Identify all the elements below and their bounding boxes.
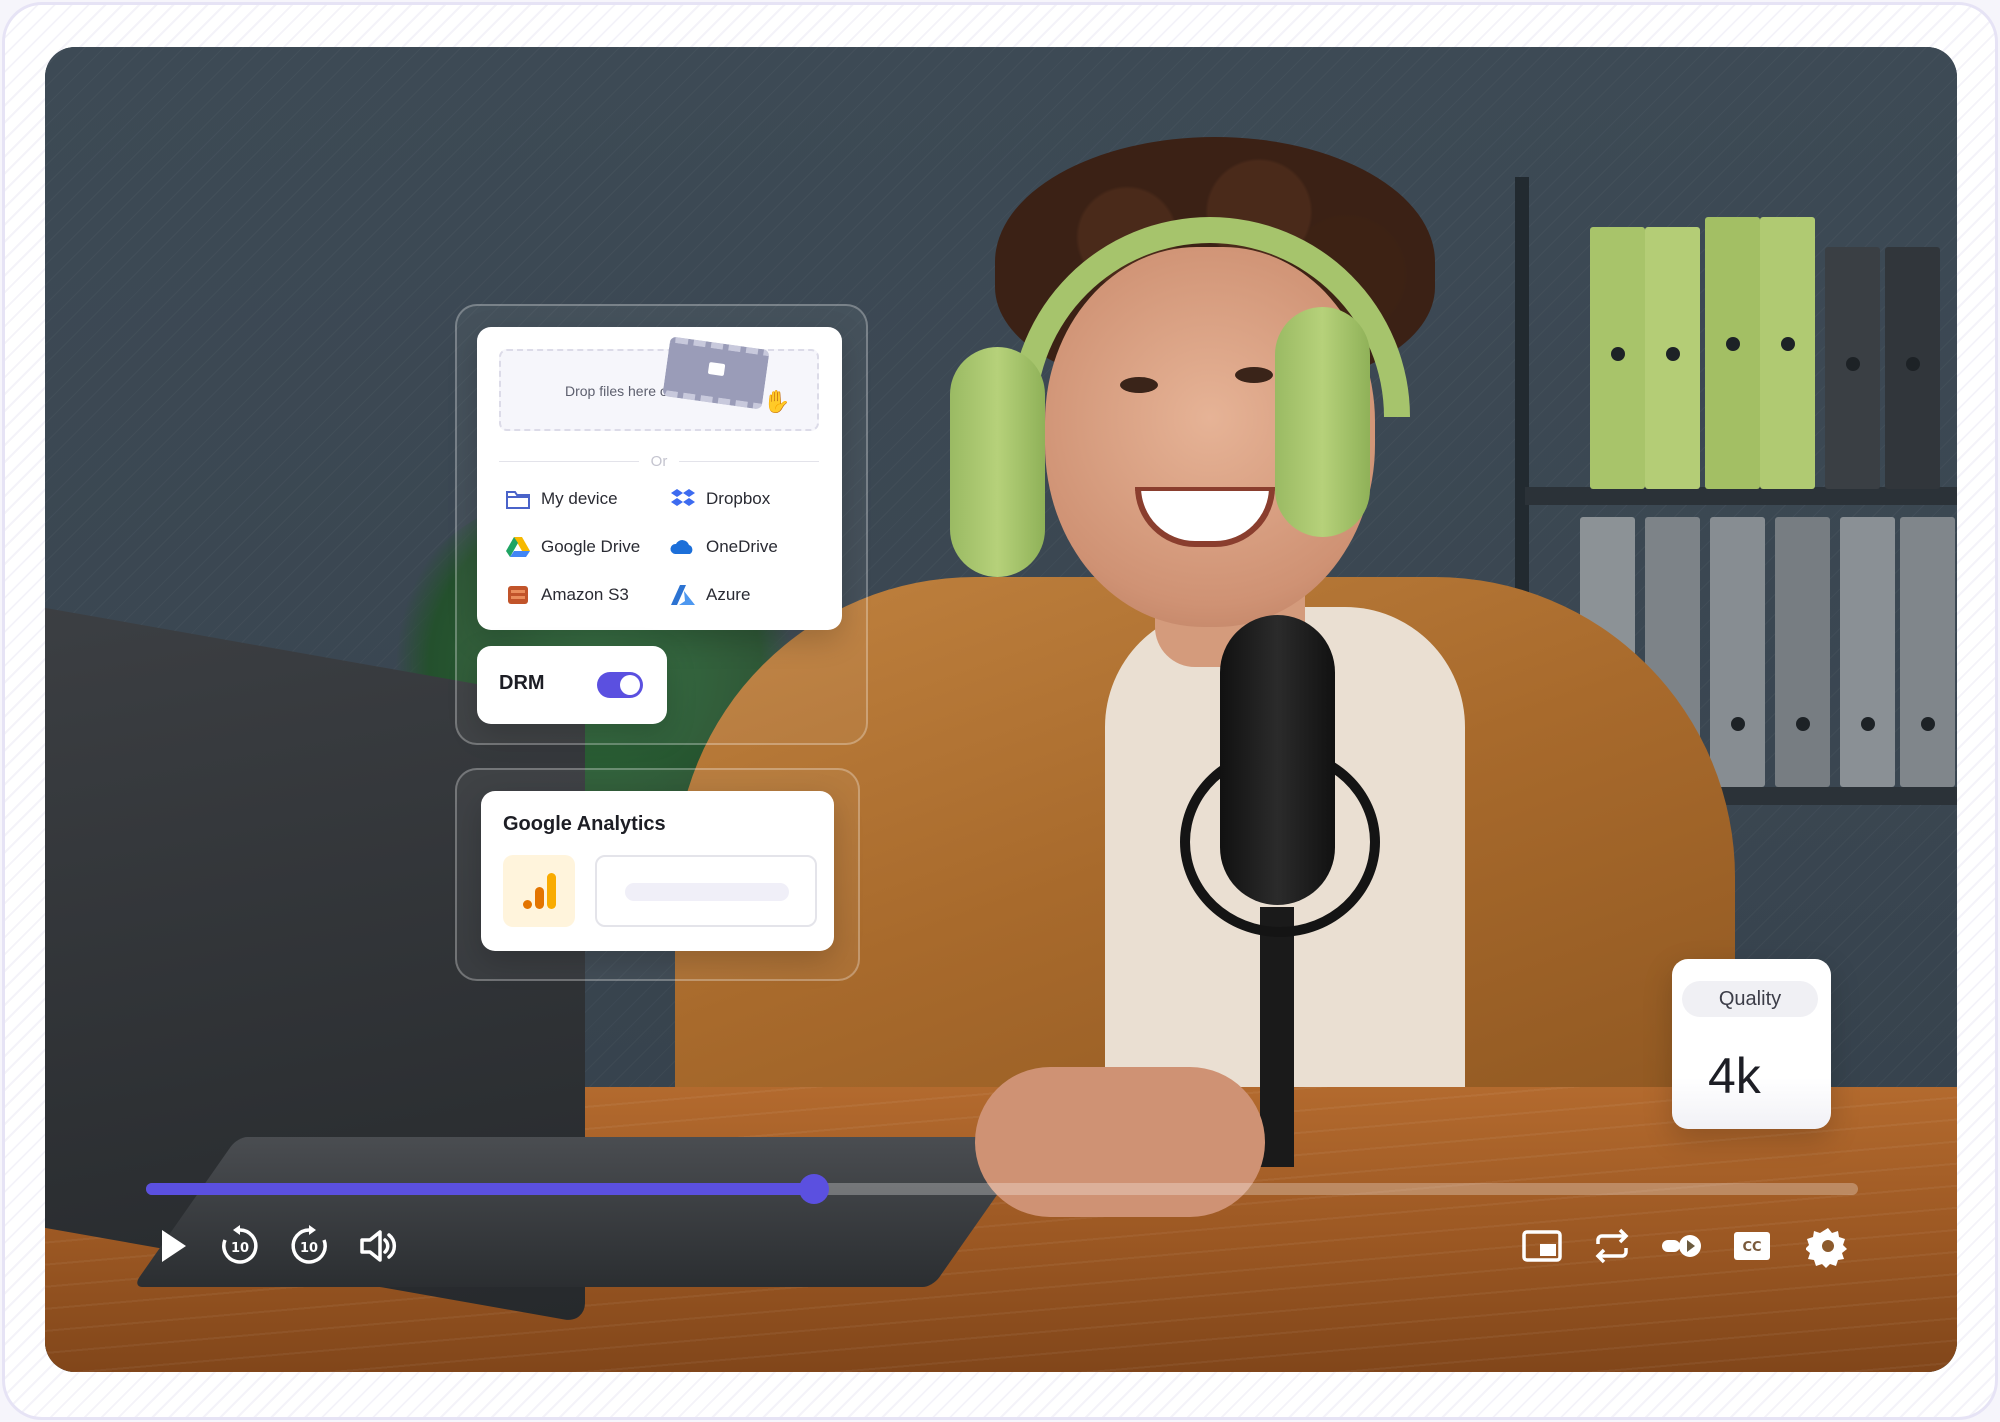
headphones-left-cup	[950, 347, 1045, 577]
forward-10-icon: 10	[291, 1225, 327, 1264]
binder	[1775, 517, 1830, 787]
volume-icon	[360, 1230, 397, 1262]
file-dropzone[interactable]: Drop files here or ✋	[499, 336, 819, 431]
progress-fill	[146, 1183, 814, 1195]
google-analytics-card: Google Analytics	[481, 791, 834, 951]
dropzone-text: Drop files here or	[565, 383, 673, 399]
svg-text:10: 10	[231, 1241, 249, 1256]
source-amazon-s3[interactable]: Amazon S3	[505, 580, 629, 610]
or-label: Or	[650, 453, 668, 470]
playback-speed-icon	[1662, 1235, 1701, 1257]
or-divider: Or	[499, 451, 819, 471]
picture-in-picture-icon	[1522, 1230, 1562, 1262]
drm-card: DRM	[477, 646, 667, 724]
captions-icon: CC	[1734, 1232, 1770, 1260]
video-file-icon	[662, 336, 770, 410]
azure-icon	[671, 585, 695, 605]
source-google-drive[interactable]: Google Drive	[505, 532, 640, 562]
loop-button[interactable]	[1588, 1222, 1636, 1270]
source-azure[interactable]: Azure	[670, 580, 750, 610]
google-drive-icon	[506, 537, 530, 557]
binder	[1710, 517, 1765, 787]
source-label: My device	[541, 489, 618, 508]
svg-text:CC: CC	[1742, 1240, 1761, 1255]
binder	[1705, 217, 1760, 489]
play-button[interactable]	[148, 1222, 196, 1270]
onedrive-icon	[670, 540, 693, 554]
amazon-s3-icon	[508, 586, 528, 604]
toggle-knob	[620, 675, 640, 695]
person-eye	[1120, 377, 1158, 393]
quality-value: 4k	[1708, 1048, 1761, 1104]
binder	[1840, 517, 1895, 787]
captions-button[interactable]: CC	[1728, 1222, 1776, 1270]
svg-text:10: 10	[300, 1241, 318, 1256]
person-eye	[1235, 367, 1273, 383]
source-dropbox[interactable]: Dropbox	[670, 484, 770, 514]
upload-card: Drop files here or ✋ Or My device Dropbo…	[477, 327, 842, 630]
folder-icon	[506, 491, 530, 509]
microphone	[1220, 615, 1335, 905]
headphones-right-cup	[1275, 307, 1370, 537]
loop-icon	[1595, 1228, 1629, 1264]
analytics-id-input[interactable]	[595, 855, 817, 927]
binder	[1590, 227, 1645, 489]
source-onedrive[interactable]: OneDrive	[670, 532, 778, 562]
analytics-title: Google Analytics	[503, 813, 666, 835]
source-label: OneDrive	[706, 537, 778, 556]
binder	[1900, 517, 1955, 787]
rewind-10-icon: 10	[222, 1225, 258, 1264]
play-icon	[162, 1230, 186, 1262]
progress-bar[interactable]	[146, 1174, 1858, 1204]
source-my-device[interactable]: My device	[505, 484, 618, 514]
source-label: Amazon S3	[541, 585, 629, 604]
rewind-10-button[interactable]: 10	[216, 1222, 264, 1270]
hand-cursor-icon: ✋	[763, 389, 791, 414]
video-player[interactable]	[45, 47, 1957, 1372]
quality-label: Quality	[1682, 981, 1818, 1017]
binder	[1825, 247, 1880, 489]
google-analytics-icon	[503, 855, 575, 927]
settings-button[interactable]	[1804, 1222, 1852, 1270]
dropbox-icon	[671, 489, 695, 506]
binder	[1885, 247, 1940, 489]
playback-speed-button[interactable]	[1658, 1222, 1706, 1270]
binder	[1760, 217, 1815, 489]
source-label: Azure	[706, 585, 751, 604]
volume-button[interactable]	[354, 1222, 402, 1270]
drm-label: DRM	[499, 672, 545, 694]
mic-stand	[1260, 907, 1294, 1167]
quality-card[interactable]: Quality 4k	[1672, 959, 1831, 1129]
settings-icon	[1806, 1228, 1847, 1268]
shelf-board	[1525, 487, 1957, 505]
input-skeleton	[625, 883, 789, 901]
source-label: Dropbox	[706, 489, 771, 508]
forward-10-button[interactable]: 10	[285, 1222, 333, 1270]
binder	[1645, 227, 1700, 489]
progress-thumb[interactable]	[798, 1174, 829, 1204]
laptop-keyboard	[132, 1137, 1038, 1287]
source-label: Google Drive	[541, 537, 641, 556]
picture-in-picture-button[interactable]	[1518, 1222, 1566, 1270]
drm-toggle[interactable]	[597, 672, 643, 698]
